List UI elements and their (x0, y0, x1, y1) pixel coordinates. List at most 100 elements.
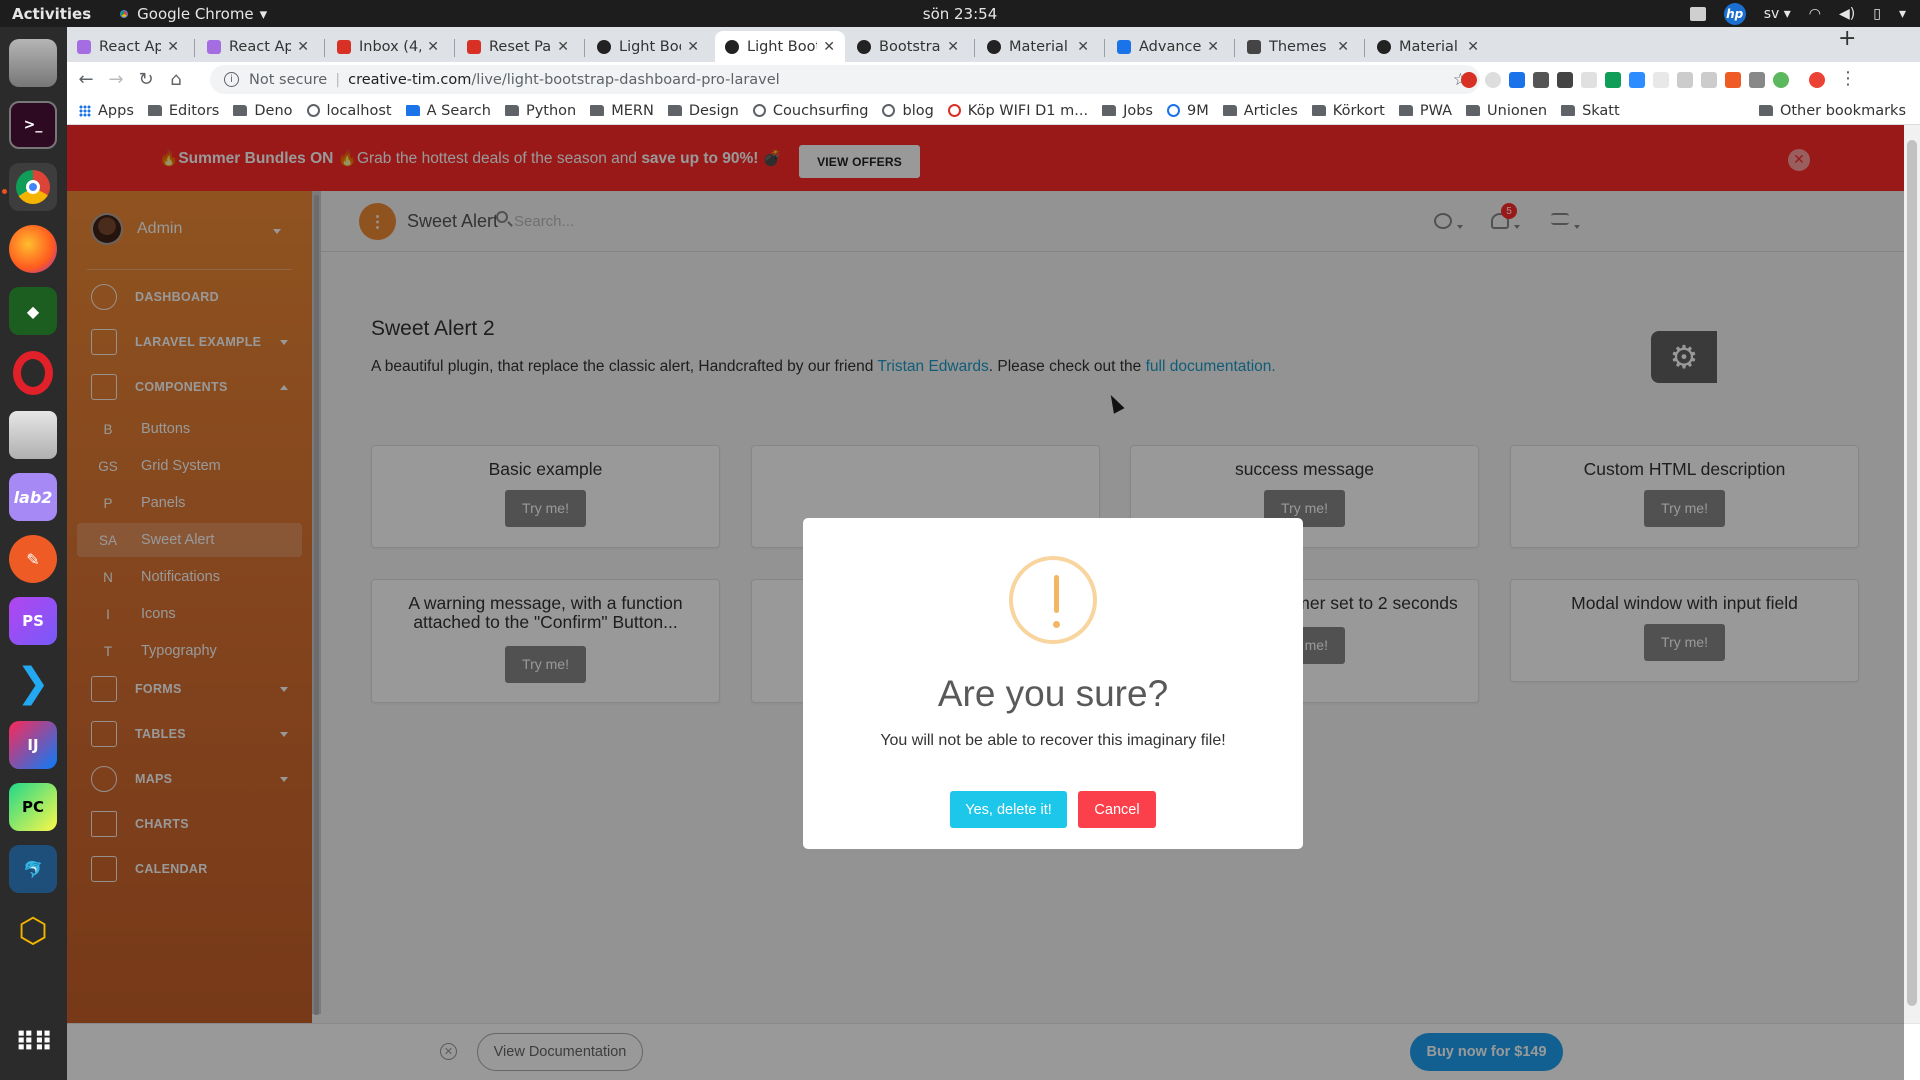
reload-icon[interactable]: ↻ (131, 69, 161, 90)
page-scrollbar-thumb[interactable] (1907, 140, 1917, 1006)
extension-icon[interactable] (1605, 72, 1621, 88)
software-center-icon[interactable] (9, 411, 57, 459)
system-tray[interactable]: hp sv ▾ ◠ ◀) ▯ ▾ (1689, 0, 1906, 27)
language-indicator[interactable]: sv ▾ (1764, 6, 1791, 22)
tab-favicon-icon (77, 39, 91, 54)
bookmark-item[interactable]: Python (504, 103, 576, 119)
close-icon[interactable]: ✕ (1207, 39, 1219, 55)
address-bar[interactable]: i Not secure | creative-tim.com /live/li… (210, 65, 1480, 94)
bookmark-item[interactable]: Köp WIFI D1 m... (947, 103, 1088, 119)
close-icon[interactable]: ✕ (167, 39, 179, 55)
vscode-icon[interactable]: ❯ (9, 659, 57, 707)
close-icon[interactable]: ✕ (1077, 39, 1089, 55)
browser-tab[interactable]: React App | W ✕ (67, 31, 189, 62)
terminal-icon[interactable]: >_ (9, 101, 57, 149)
extension-icon[interactable] (1509, 72, 1525, 88)
bookmark-item[interactable]: A Search (405, 102, 491, 119)
power-menu-icon[interactable]: ▾ (1899, 6, 1906, 22)
close-icon[interactable]: ✕ (557, 39, 569, 55)
adblock-icon[interactable] (1461, 72, 1477, 88)
system-clock[interactable]: sön 23:54 (0, 5, 1920, 23)
other-bookmarks[interactable]: Other bookmarks (1758, 103, 1906, 119)
page-scrollbar[interactable] (1904, 125, 1920, 1023)
activities-button[interactable]: Activities (12, 5, 91, 23)
volume-icon[interactable]: ◀) (1839, 6, 1855, 22)
chrome-menu-icon[interactable]: ⋮ (1839, 68, 1857, 89)
battery-icon[interactable]: ▯ (1873, 6, 1881, 22)
close-icon[interactable]: ✕ (1467, 39, 1479, 55)
extension-icon[interactable] (1725, 72, 1741, 88)
bookmark-item[interactable]: Editors (147, 103, 219, 119)
new-tab-icon[interactable]: + (1838, 26, 1856, 51)
files-icon[interactable] (9, 39, 57, 87)
extension-icon[interactable] (1485, 72, 1501, 88)
close-icon[interactable]: ✕ (823, 39, 835, 55)
firefox-icon[interactable] (9, 225, 57, 273)
bookmark-item[interactable]: Deno (233, 103, 293, 119)
forward-icon[interactable]: → (101, 69, 131, 90)
hp-icon[interactable]: hp (1723, 2, 1746, 25)
update-icon[interactable] (1809, 72, 1825, 88)
clipboard-icon[interactable] (1689, 6, 1706, 21)
extension-icon[interactable] (1557, 72, 1573, 88)
extension-icon[interactable] (1533, 72, 1549, 88)
sourcetree-icon[interactable]: ◆ (9, 287, 57, 335)
confirm-delete-button[interactable]: Yes, delete it! (950, 791, 1067, 828)
browser-tab[interactable]: Material Dash ✕ (977, 31, 1099, 62)
globe-icon (306, 104, 320, 117)
back-icon[interactable]: ← (71, 69, 101, 90)
show-applications-icon[interactable]: ⠿⠿ (9, 1019, 57, 1067)
extension-icon[interactable] (1653, 72, 1669, 88)
bookmark-item[interactable]: Skatt (1561, 103, 1620, 119)
close-icon[interactable]: ✕ (297, 39, 309, 55)
phpstorm-icon[interactable]: PS (9, 597, 57, 645)
chrome-icon[interactable] (9, 163, 57, 211)
home-icon[interactable]: ⌂ (161, 69, 191, 90)
bookmark-item[interactable]: Unionen (1466, 103, 1547, 119)
postman-icon[interactable]: ✎ (9, 535, 57, 583)
bookmark-item[interactable]: Couchsurfing (752, 103, 868, 119)
browser-tab[interactable]: Themes - Mat ✕ (1237, 31, 1359, 62)
close-icon[interactable]: ✕ (947, 39, 959, 55)
tab-divider (974, 39, 975, 57)
cancel-button[interactable]: Cancel (1078, 791, 1156, 828)
profile-avatar[interactable] (1773, 72, 1789, 88)
lab2-icon[interactable]: lab2 (9, 473, 57, 521)
browser-tab[interactable]: Material Dash ✕ (1367, 31, 1489, 62)
close-icon[interactable]: ✕ (687, 39, 699, 55)
browser-tab[interactable]: React App | W ✕ (197, 31, 319, 62)
kanban-icon[interactable]: ⬡ (9, 907, 57, 955)
browser-tab[interactable]: Reset Passwo ✕ (457, 31, 579, 62)
extension-icon[interactable] (1749, 72, 1765, 88)
browser-tab[interactable]: Bootstrap Wi ✕ (847, 31, 969, 62)
extension-icon[interactable] (1581, 72, 1597, 88)
intellij-icon[interactable]: IJ (9, 721, 57, 769)
bookmark-label: A Search (426, 102, 491, 119)
bookmark-item[interactable]: PWA (1398, 103, 1452, 119)
browser-tab[interactable]: Light Bootstr ✕ (587, 31, 709, 62)
browser-tab[interactable]: Inbox (4,257) - ✕ (327, 31, 449, 62)
browser-tab-active[interactable]: Light Bootstr ✕ (715, 31, 845, 62)
bookmark-item[interactable]: MERN (590, 103, 654, 119)
pycharm-icon[interactable]: PC (9, 783, 57, 831)
bookmark-apps[interactable]: Apps (79, 103, 134, 119)
bookmark-item[interactable]: Jobs (1102, 103, 1153, 119)
close-icon[interactable]: ✕ (427, 39, 439, 55)
extension-icon[interactable] (1701, 72, 1717, 88)
extension-icon[interactable] (1677, 72, 1693, 88)
opera-icon[interactable] (9, 349, 57, 397)
zoom-icon[interactable] (1629, 72, 1645, 88)
close-icon[interactable]: ✕ (1337, 39, 1349, 55)
app-menu[interactable]: Google Chrome ▾ (117, 5, 267, 23)
info-icon[interactable]: i (224, 72, 239, 87)
bookmark-item[interactable]: Körkort (1311, 103, 1385, 119)
mysql-workbench-icon[interactable]: 🐬 (9, 845, 57, 893)
bookmark-item[interactable]: 9M (1166, 103, 1209, 119)
bookmark-item[interactable]: Articles (1222, 103, 1298, 119)
bookmark-item[interactable]: Design (667, 103, 739, 119)
wifi-icon[interactable]: ◠ (1809, 6, 1821, 22)
bookmark-item[interactable]: localhost (306, 103, 392, 119)
browser-tab[interactable]: Advanced - M ✕ (1107, 31, 1229, 62)
bookmark-item[interactable]: blog (882, 103, 934, 119)
tab-title: React App | W (99, 38, 162, 55)
